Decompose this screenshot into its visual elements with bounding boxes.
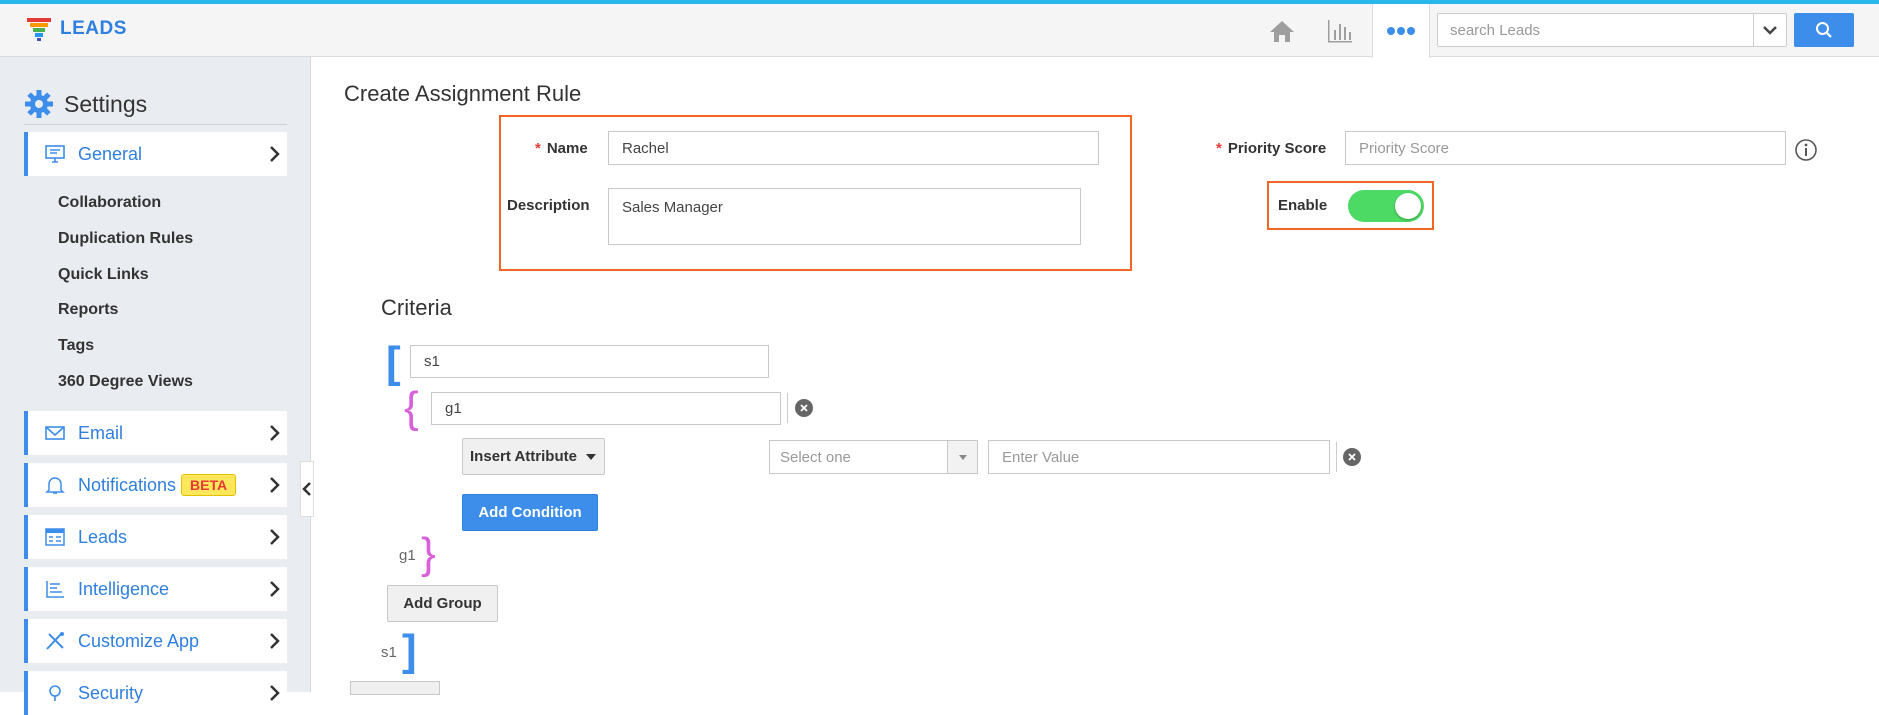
settings-header: Settings <box>24 84 287 125</box>
search-input[interactable] <box>1438 14 1754 46</box>
more-dots-icon <box>1387 27 1415 35</box>
sidebar-item-label: Email <box>78 422 124 443</box>
sidebar-item-label: Notifications <box>78 474 177 495</box>
sidebar-item-label: Leads <box>78 526 128 547</box>
settings-title: Settings <box>64 90 148 117</box>
sidebar-item-customize-app[interactable]: Customize App <box>24 619 287 663</box>
home-button[interactable] <box>1254 4 1310 57</box>
sidebar-collapse-toggle[interactable] <box>300 461 314 517</box>
description-textarea[interactable]: Sales Manager <box>608 188 1081 245</box>
chevron-right-icon <box>270 146 280 162</box>
sidebar-subitem-360-degree-views[interactable]: 360 Degree Views <box>58 373 193 391</box>
partially-visible-button[interactable] <box>350 681 440 695</box>
tools-icon <box>46 632 64 650</box>
intelligence-icon <box>46 581 64 598</box>
app-name: LEADS <box>60 18 127 39</box>
envelope-icon <box>45 426 65 440</box>
sidebar-item-notifications[interactable]: Notifications BETA <box>24 463 287 507</box>
sidebar-subitem-collaboration[interactable]: Collaboration <box>58 194 161 212</box>
priority-score-input[interactable]: Priority Score <box>1345 131 1786 165</box>
divider <box>1336 442 1337 472</box>
criteria-title: Criteria <box>381 295 452 320</box>
chevron-left-icon <box>302 482 311 496</box>
sidebar-item-label: Customize App <box>78 630 200 651</box>
close-icon <box>800 404 808 412</box>
set-name-input[interactable]: s1 <box>410 345 769 378</box>
caret-down-icon <box>585 453 596 460</box>
toggle-knob <box>1395 193 1421 219</box>
chevron-right-icon <box>270 477 280 493</box>
security-icon <box>49 685 61 701</box>
priority-score-label: * Priority Score <box>1216 140 1327 157</box>
funnel-logo-icon <box>27 18 51 41</box>
sidebar-item-leads[interactable]: Leads <box>24 515 287 559</box>
chevron-right-icon <box>270 685 280 701</box>
home-icon <box>1270 20 1294 42</box>
sidebar-item-label: Intelligence <box>78 578 170 599</box>
app-brand[interactable]: LEADS <box>26 16 127 42</box>
chevron-right-icon <box>270 425 280 441</box>
close-icon <box>1348 453 1356 461</box>
page-title: Create Assignment Rule <box>344 81 582 106</box>
beta-badge: BETA <box>181 474 237 496</box>
gear-icon <box>25 90 53 118</box>
sidebar-subitem-duplication-rules[interactable]: Duplication Rules <box>58 230 193 248</box>
group-close-tag: g1 <box>399 547 416 564</box>
remove-condition-button[interactable] <box>1343 448 1361 466</box>
info-icon[interactable] <box>1794 138 1818 162</box>
set-open-bracket: [ <box>386 338 401 387</box>
name-input[interactable]: Rachel <box>608 131 1099 165</box>
enable-toggle[interactable] <box>1348 190 1424 222</box>
operator-select[interactable]: Select one <box>769 440 978 474</box>
enable-label: Enable <box>1278 197 1328 214</box>
sidebar-item-label: General <box>78 143 143 164</box>
search-icon <box>1816 22 1832 38</box>
chevron-right-icon <box>270 633 280 649</box>
chevron-right-icon <box>270 581 280 597</box>
group-open-brace: { <box>404 383 419 432</box>
add-condition-button[interactable]: Add Condition <box>462 494 598 531</box>
sidebar-item-intelligence[interactable]: Intelligence <box>24 567 287 611</box>
chevron-down-icon <box>1763 26 1777 35</box>
sidebar-item-label: Security <box>78 682 144 703</box>
search-box <box>1437 13 1787 47</box>
reports-button[interactable] <box>1312 4 1368 57</box>
add-group-button[interactable]: Add Group <box>387 585 498 622</box>
monitor-icon <box>45 145 65 163</box>
divider <box>787 393 788 423</box>
operator-select-caret[interactable] <box>947 441 977 473</box>
description-label: Description <box>507 197 590 214</box>
group-name-input[interactable]: g1 <box>431 392 781 425</box>
remove-group-button[interactable] <box>795 399 813 417</box>
set-close-tag: s1 <box>381 644 397 661</box>
bar-chart-icon <box>1328 19 1352 42</box>
caret-down-icon <box>958 454 967 460</box>
sidebar-item-email[interactable]: Email <box>24 411 287 455</box>
more-apps-button[interactable] <box>1372 4 1430 58</box>
sidebar-item-security[interactable]: Security <box>24 671 287 715</box>
search-button[interactable] <box>1794 13 1854 47</box>
search-scope-dropdown[interactable] <box>1753 14 1786 46</box>
bell-icon <box>45 477 65 494</box>
scrollbar-track[interactable] <box>1862 57 1879 692</box>
settings-sidebar: Settings General Collaboration Duplicati… <box>0 57 311 715</box>
set-close-bracket: ] <box>402 626 417 675</box>
sidebar-subitem-reports[interactable]: Reports <box>58 301 118 319</box>
sidebar-subitem-tags[interactable]: Tags <box>58 337 94 355</box>
leads-list-icon <box>45 528 65 546</box>
insert-attribute-button[interactable]: Insert Attribute <box>462 438 605 475</box>
name-label: * Name <box>535 140 588 157</box>
condition-value-input[interactable]: Enter Value <box>988 440 1330 474</box>
sidebar-item-general[interactable]: General <box>24 132 287 176</box>
group-close-brace: } <box>421 529 436 578</box>
sidebar-subitem-quick-links[interactable]: Quick Links <box>58 266 149 284</box>
chevron-right-icon <box>270 529 280 545</box>
top-bar: LEADS <box>0 0 1879 58</box>
